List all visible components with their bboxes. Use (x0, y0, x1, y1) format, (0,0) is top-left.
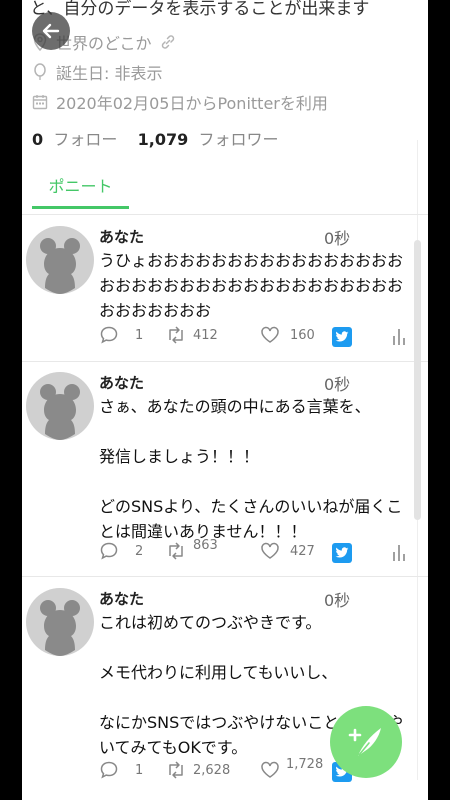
post-actions: 1 412 160 (99, 325, 405, 349)
retweet-count: 863 (193, 537, 218, 553)
post-1[interactable]: あなた 0秒 うひょおおおおおおおおおおおおおおおおおおおおおおおおおおおおおお… (22, 226, 428, 360)
twitter-bird-icon (335, 547, 349, 558)
retweet-icon (169, 761, 183, 779)
post-author[interactable]: あなた (99, 372, 144, 393)
post-2[interactable]: あなた 0秒 さぁ、あなたの頭の中にある言葉を、 発信しましょう！！！ どのSN… (22, 372, 428, 572)
birthday-row: 誕生日: 非表示 (32, 60, 162, 84)
twitter-share-button[interactable] (332, 327, 352, 347)
profile-screen: と、自分のデータを表示することが出来ます 世界のどこか 誕生日: 非表示 202… (22, 0, 428, 800)
avatar[interactable] (26, 372, 94, 440)
compose-button[interactable] (330, 706, 402, 778)
tab-divider (22, 214, 428, 215)
heart-icon (261, 761, 279, 778)
like-count: 427 (290, 543, 315, 559)
balloon-icon (34, 63, 46, 80)
retweet-count: 412 (193, 327, 218, 343)
reply-count: 1 (135, 762, 144, 778)
retweet-count: 2,628 (193, 762, 231, 778)
profile-bio: と、自分のデータを表示することが出来ます (30, 0, 370, 19)
post-text: うひょおおおおおおおおおおおおおおおおおおおおおおおおおおおおおおおおおおおおお… (99, 251, 404, 320)
birthday-text: 誕生日: 非表示 (56, 64, 163, 83)
reply-button[interactable]: 1 (99, 760, 143, 780)
reply-icon (100, 761, 118, 779)
reply-count: 1 (135, 327, 144, 343)
following-count[interactable]: 0 (32, 130, 43, 149)
retweet-button[interactable]: 412 (165, 325, 218, 345)
analytics-icon[interactable] (392, 542, 406, 562)
retweet-icon (169, 542, 183, 560)
reply-icon (100, 326, 118, 344)
twitter-share-button[interactable] (332, 543, 352, 563)
like-count: 1,728 (286, 756, 324, 772)
reply-button[interactable]: 1 (99, 325, 143, 345)
like-button[interactable]: 427 (260, 541, 315, 561)
post-author[interactable]: あなた (99, 226, 144, 247)
avatar[interactable] (26, 588, 94, 656)
back-button[interactable] (32, 12, 70, 50)
analytics-icon[interactable] (392, 326, 406, 346)
reply-button[interactable]: 2 (99, 541, 143, 561)
heart-icon (261, 326, 279, 343)
post-actions: 2 863 427 (99, 537, 405, 565)
post-time: 0秒 (324, 591, 351, 610)
post-divider (22, 576, 428, 577)
location-text: 世界のどこか (56, 34, 152, 53)
following-label[interactable]: フォロー (53, 130, 117, 149)
retweet-icon (169, 326, 183, 344)
like-button[interactable]: 160 (260, 325, 315, 345)
heart-icon (261, 542, 279, 559)
like-count: 160 (290, 327, 315, 343)
link-icon[interactable] (160, 34, 176, 50)
post-time: 0秒 (324, 229, 351, 248)
post-time: 0秒 (324, 375, 351, 394)
joined-row: 2020年02月05日からPonitterを利用 (32, 90, 328, 114)
post-author[interactable]: あなた (99, 588, 144, 609)
like-button[interactable]: 1,728 (260, 756, 324, 780)
joined-text: 2020年02月05日からPonitterを利用 (56, 94, 328, 113)
feather-plus-icon (348, 728, 381, 756)
reply-icon (100, 542, 118, 560)
followers-label[interactable]: フォロワー (198, 130, 278, 149)
post-text: さぁ、あなたの頭の中にある言葉を、 発信しましょう！！！ どのSNSより、たくさ… (99, 397, 403, 541)
scrollbar-thumb[interactable] (414, 240, 421, 520)
reply-count: 2 (135, 543, 144, 559)
avatar[interactable] (26, 226, 94, 294)
calendar-icon (32, 95, 48, 110)
tab-ponito[interactable]: ポニート (32, 172, 129, 209)
arrow-left-icon (42, 23, 60, 39)
retweet-button[interactable]: 863 (165, 537, 218, 561)
post-divider (22, 361, 428, 362)
retweet-button[interactable]: 2,628 (165, 760, 230, 780)
follow-stats: 0 フォロー 1,079 フォロワー (32, 126, 278, 150)
followers-count[interactable]: 1,079 (138, 130, 189, 149)
twitter-bird-icon (335, 331, 349, 342)
